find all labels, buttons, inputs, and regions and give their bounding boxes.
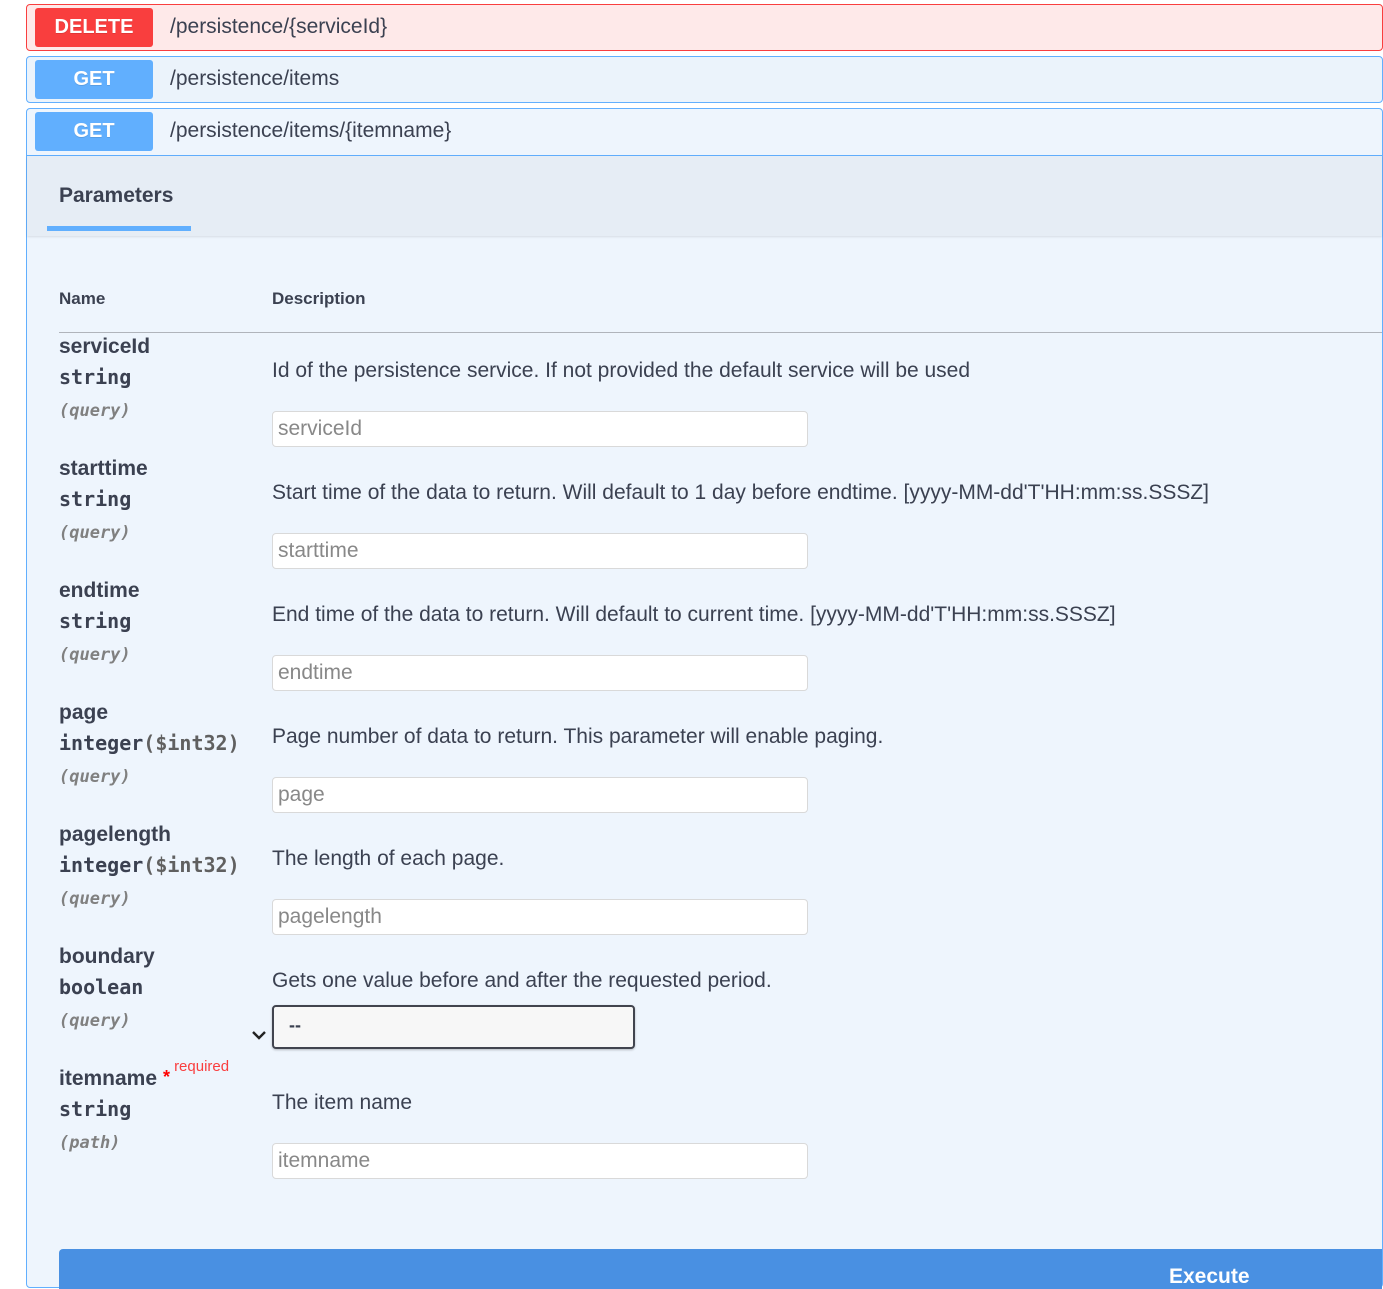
operation-path: /persistence/items/{itemname} <box>170 119 452 142</box>
parameter-name-text: boundary <box>59 945 155 968</box>
active-tab-indicator <box>47 226 191 231</box>
parameter-type: string <box>59 1097 131 1121</box>
execute-button[interactable]: Execute <box>59 1249 1382 1289</box>
parameter-location: (query) <box>59 523 131 543</box>
parameter-format: ($int32) <box>143 853 240 877</box>
endtime-input[interactable] <box>272 655 808 691</box>
parameter-name-text: page <box>59 701 109 724</box>
parameter-name-text: endtime <box>59 579 140 602</box>
operation-path: /persistence/items <box>170 67 340 90</box>
column-header-description: Description <box>272 289 366 308</box>
parameter-type-text: string <box>59 1097 132 1121</box>
parameter-description: Id of the persistence service. If not pr… <box>272 359 971 382</box>
operation-delete-serviceid[interactable]: DELETE /persistence/{serviceId} <box>26 4 1383 51</box>
parameter-type-text: string <box>59 609 132 633</box>
parameter-description: End time of the data to return. Will def… <box>272 603 1116 626</box>
parameter-description: The length of each page. <box>272 847 505 870</box>
required-label: required <box>174 1058 230 1075</box>
parameter-type: integer($int32) <box>59 731 240 755</box>
operation-get-item-by-name: GET /persistence/items/{itemname} Parame… <box>26 108 1383 1289</box>
operation-get-items[interactable]: GET /persistence/items <box>26 56 1383 103</box>
required-star: * <box>163 1067 171 1087</box>
parameter-type-text: string <box>59 365 132 389</box>
method-badge-delete: DELETE <box>35 8 153 47</box>
parameter-location: (path) <box>59 1133 121 1153</box>
parameter-location: (query) <box>59 645 131 665</box>
starttime-input[interactable] <box>272 533 808 569</box>
parameter-type: string <box>59 487 131 511</box>
parameter-description: Page number of data to return. This para… <box>272 725 884 748</box>
tab-header: Parameters <box>27 156 1382 236</box>
boundary-select[interactable]: -- <box>252 1005 635 1049</box>
parameter-type-text: integer <box>59 731 144 755</box>
parameter-description: The item name <box>272 1091 413 1114</box>
operation-path: /persistence/{serviceId} <box>170 15 388 38</box>
parameter-type-text: string <box>59 487 132 511</box>
parameter-type: string <box>59 609 131 633</box>
parameter-name: boundary <box>59 945 155 969</box>
select-value: -- <box>289 1015 301 1035</box>
parameter-name: serviceId <box>59 335 150 359</box>
parameter-name: page <box>59 701 108 725</box>
parameter-type: boolean <box>59 975 143 999</box>
parameter-name: pagelength <box>59 823 171 847</box>
parameter-name: starttime <box>59 457 148 481</box>
parameter-type-text: boolean <box>59 975 144 999</box>
column-header-name: Name <box>59 289 106 308</box>
parameter-name-text: serviceId <box>59 335 151 358</box>
parameter-type-text: integer <box>59 853 144 877</box>
parameter-location: (query) <box>59 401 131 421</box>
parameter-name-text: pagelength <box>59 823 172 846</box>
parameter-name: itemname *required <box>59 1058 229 1091</box>
parameter-location: (query) <box>59 1011 131 1031</box>
parameter-description: Start time of the data to return. Will d… <box>272 481 1210 504</box>
parameter-description: Gets one value before and after the requ… <box>272 969 772 992</box>
itemname-input[interactable] <box>272 1143 808 1179</box>
pagelength-input[interactable] <box>272 899 808 935</box>
tab-parameters[interactable]: Parameters <box>59 184 173 208</box>
parameter-type: integer($int32) <box>59 853 240 877</box>
parameter-location: (query) <box>59 889 131 909</box>
parameter-name: endtime <box>59 579 140 603</box>
parameter-format: ($int32) <box>143 731 240 755</box>
divider <box>59 332 1382 333</box>
parameter-location: (query) <box>59 767 131 787</box>
page-input[interactable] <box>272 777 808 813</box>
serviceId-input[interactable] <box>272 411 808 447</box>
method-badge-get: GET <box>35 112 153 151</box>
parameter-type: string <box>59 365 131 389</box>
method-badge-get: GET <box>35 60 153 99</box>
parameter-name-text: itemname <box>59 1067 158 1090</box>
parameter-name-text: starttime <box>59 457 148 480</box>
operation-summary[interactable]: GET /persistence/items/{itemname} <box>27 109 1382 156</box>
